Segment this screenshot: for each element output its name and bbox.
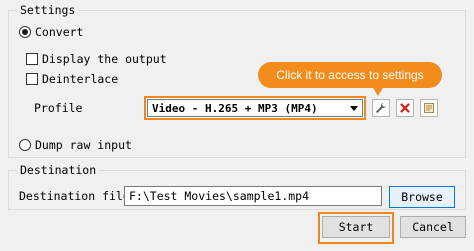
dump-raw-radio[interactable]: Dump raw input <box>19 138 132 152</box>
display-output-label: Display the output <box>42 52 167 66</box>
profile-select-inner: Video - H.265 + MP3 (MP4) <box>147 99 363 117</box>
destination-title: Destination <box>17 163 100 177</box>
callout-pointer <box>372 86 384 96</box>
display-output-checkbox[interactable]: Display the output <box>26 52 167 66</box>
edit-profile-button[interactable] <box>372 99 390 117</box>
convert-radio[interactable]: Convert <box>19 25 83 39</box>
cancel-button[interactable]: Cancel <box>400 216 466 238</box>
new-profile-button[interactable] <box>420 99 438 117</box>
checkbox-icon <box>26 53 38 65</box>
settings-title: Settings <box>17 3 79 17</box>
convert-label: Convert <box>35 25 84 39</box>
delete-profile-button[interactable] <box>396 99 414 117</box>
profile-select[interactable]: Video - H.265 + MP3 (MP4) <box>144 96 366 120</box>
convert-dialog: Settings Convert Display the output Dein… <box>0 0 474 251</box>
settings-callout: Click it to access to settings <box>258 62 442 88</box>
profile-label: Profile <box>34 101 83 115</box>
radio-on-icon <box>19 26 31 38</box>
deinterlace-label: Deinterlace <box>42 72 119 86</box>
profile-value: Video - H.265 + MP3 (MP4) <box>152 101 318 115</box>
destination-file-input[interactable]: F:\Test Movies\sample1.mp4 <box>124 186 382 206</box>
red-x-icon <box>400 103 410 113</box>
deinterlace-checkbox[interactable]: Deinterlace <box>26 72 118 86</box>
new-profile-icon <box>424 103 434 113</box>
destination-file-label: Destination file: <box>19 189 137 203</box>
start-button[interactable]: Start <box>322 216 390 238</box>
radio-off-icon <box>19 139 31 151</box>
dump-raw-label: Dump raw input <box>35 138 132 152</box>
wrench-icon <box>376 103 386 113</box>
checkbox-icon <box>26 73 38 85</box>
chevron-down-icon <box>350 105 358 111</box>
browse-button[interactable]: Browse <box>389 186 455 208</box>
